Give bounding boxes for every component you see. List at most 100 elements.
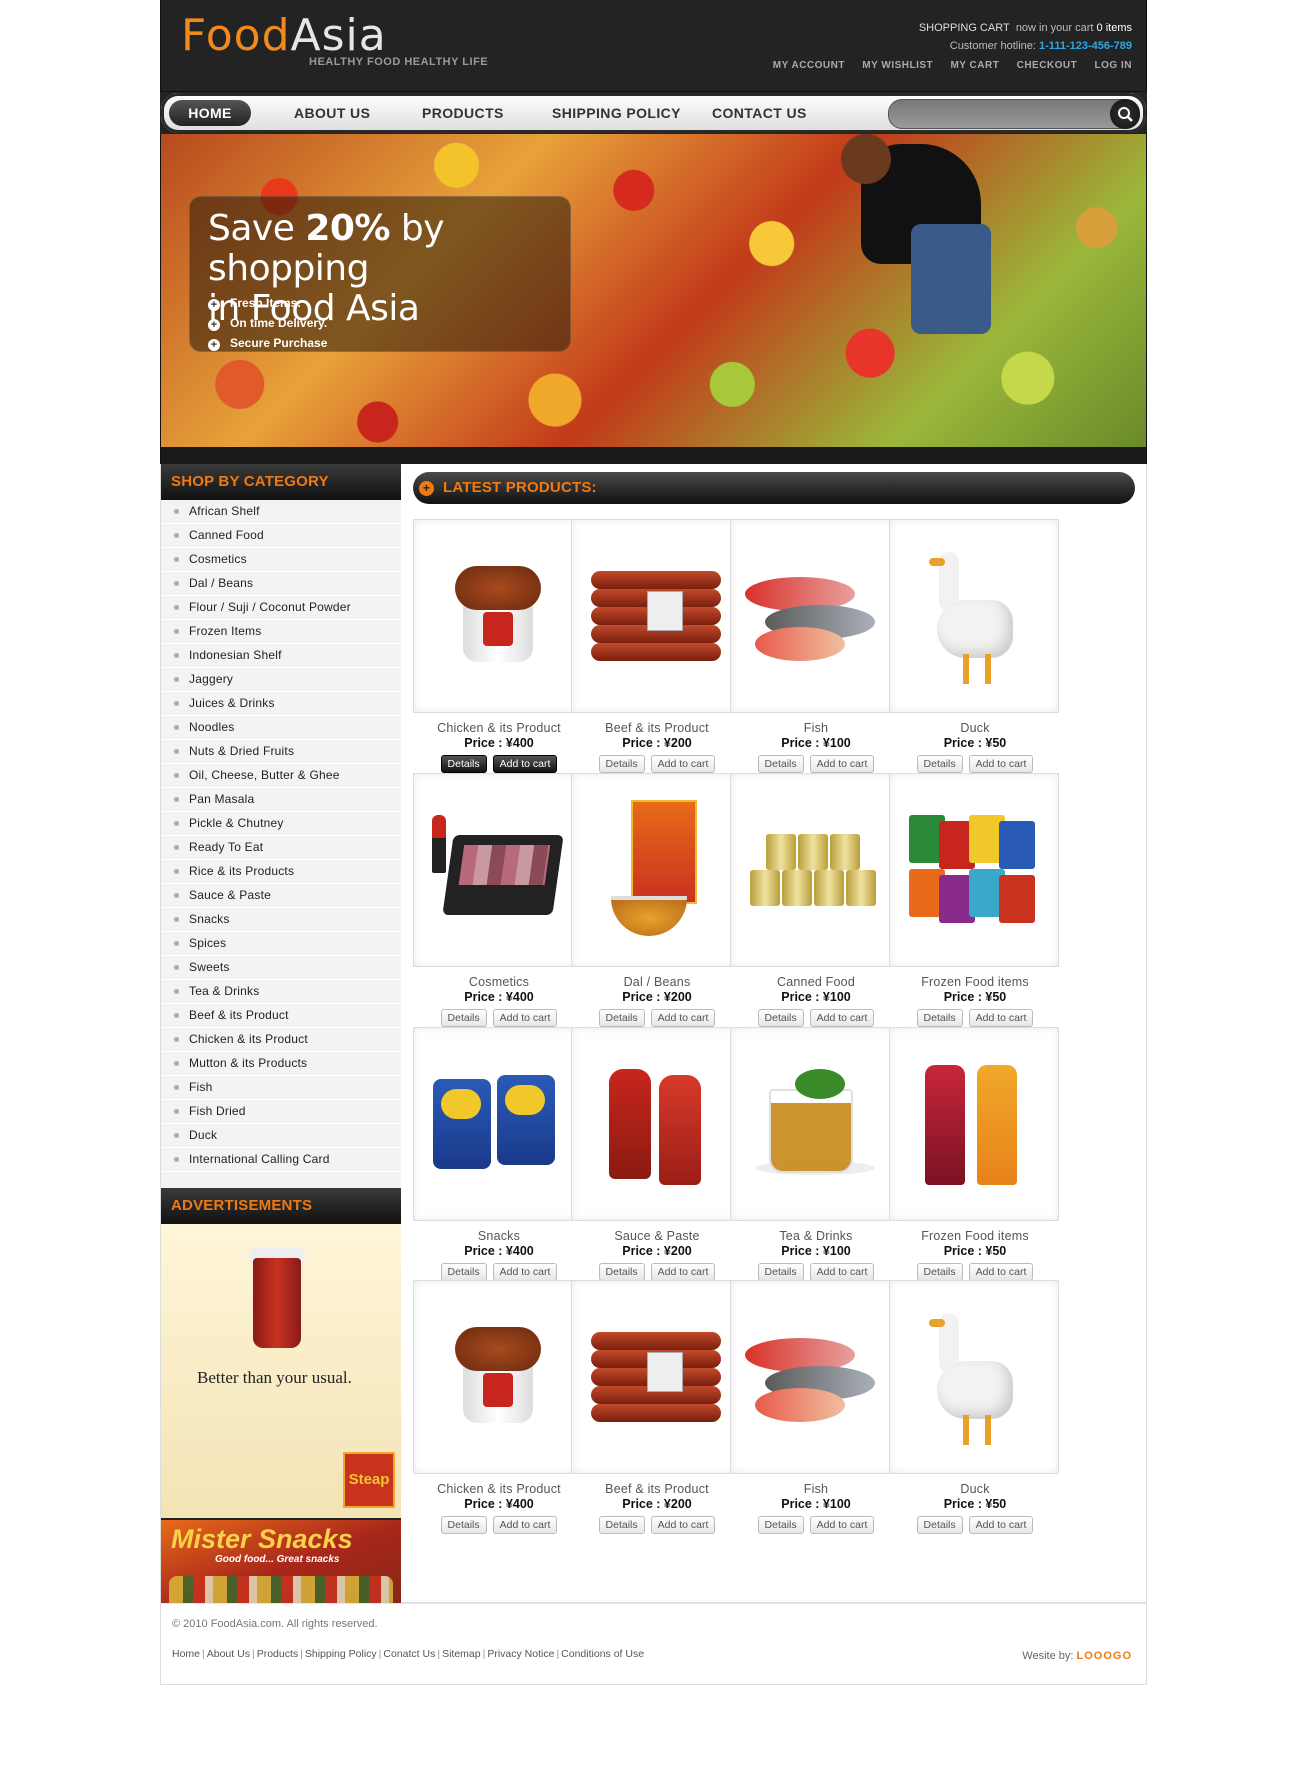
category-item[interactable]: Fish Dried bbox=[161, 1100, 401, 1124]
category-item[interactable]: Sauce & Paste bbox=[161, 884, 401, 908]
footer-link[interactable]: Products bbox=[257, 1648, 298, 1660]
category-item[interactable]: Dal / Beans bbox=[161, 572, 401, 596]
product-image[interactable] bbox=[889, 519, 1059, 713]
add-to-cart-button[interactable]: Add to cart bbox=[809, 755, 875, 773]
add-to-cart-button[interactable]: Add to cart bbox=[492, 1009, 558, 1027]
details-button[interactable]: Details bbox=[916, 1009, 963, 1027]
category-item[interactable]: Noodles bbox=[161, 716, 401, 740]
product-name[interactable]: Chicken & its Product bbox=[413, 721, 585, 735]
details-button[interactable]: Details bbox=[598, 1263, 645, 1281]
details-button[interactable]: Details bbox=[598, 755, 645, 773]
category-item[interactable]: Jaggery bbox=[161, 668, 401, 692]
add-to-cart-button[interactable]: Add to cart bbox=[809, 1009, 875, 1027]
category-item[interactable]: Juices & Drinks bbox=[161, 692, 401, 716]
ad-tea-banner[interactable]: Better than your usual. Steap bbox=[161, 1224, 401, 1520]
category-item[interactable]: Chicken & its Product bbox=[161, 1028, 401, 1052]
category-item[interactable]: Beef & its Product bbox=[161, 1004, 401, 1028]
product-image[interactable] bbox=[571, 1027, 741, 1221]
product-name[interactable]: Sauce & Paste bbox=[571, 1229, 743, 1243]
nav-products[interactable]: PRODUCTS bbox=[422, 105, 504, 121]
site-credit[interactable]: Wesite by: LOOOGO bbox=[1022, 1650, 1132, 1662]
footer-link[interactable]: Privacy Notice bbox=[487, 1648, 554, 1660]
product-image[interactable] bbox=[730, 1027, 900, 1221]
details-button[interactable]: Details bbox=[598, 1516, 645, 1534]
category-item[interactable]: Fish bbox=[161, 1076, 401, 1100]
category-item[interactable]: Snacks bbox=[161, 908, 401, 932]
checkout-link[interactable]: CHECKOUT bbox=[1017, 60, 1078, 71]
product-name[interactable]: Snacks bbox=[413, 1229, 585, 1243]
product-image[interactable] bbox=[571, 773, 741, 967]
details-button[interactable]: Details bbox=[757, 755, 804, 773]
details-button[interactable]: Details bbox=[440, 1263, 487, 1281]
details-button[interactable]: Details bbox=[440, 1516, 487, 1534]
site-logo[interactable]: FoodAsia bbox=[181, 14, 387, 58]
details-button[interactable]: Details bbox=[916, 1516, 963, 1534]
add-to-cart-button[interactable]: Add to cart bbox=[809, 1263, 875, 1281]
details-button[interactable]: Details bbox=[916, 755, 963, 773]
product-name[interactable]: Cosmetics bbox=[413, 975, 585, 989]
nav-about-us[interactable]: ABOUT US bbox=[294, 105, 370, 121]
product-name[interactable]: Canned Food bbox=[730, 975, 902, 989]
category-item[interactable]: Pan Masala bbox=[161, 788, 401, 812]
product-name[interactable]: Dal / Beans bbox=[571, 975, 743, 989]
product-name[interactable]: Beef & its Product bbox=[571, 721, 743, 735]
product-name[interactable]: Duck bbox=[889, 721, 1061, 735]
category-item[interactable]: Frozen Items bbox=[161, 620, 401, 644]
footer-link[interactable]: Shipping Policy bbox=[305, 1648, 377, 1660]
product-image[interactable] bbox=[413, 773, 583, 967]
footer-link[interactable]: Home bbox=[172, 1648, 200, 1660]
details-button[interactable]: Details bbox=[440, 755, 487, 773]
footer-link[interactable]: Conditions of Use bbox=[561, 1648, 644, 1660]
my-account-link[interactable]: MY ACCOUNT bbox=[773, 60, 845, 71]
category-item[interactable]: Oil, Cheese, Butter & Ghee bbox=[161, 764, 401, 788]
hero-banner[interactable]: Save 20% by shopping in Food Asia + Fresh… bbox=[160, 134, 1147, 447]
login-link[interactable]: LOG IN bbox=[1095, 60, 1132, 71]
product-name[interactable]: Tea & Drinks bbox=[730, 1229, 902, 1243]
search-button[interactable] bbox=[1110, 99, 1140, 129]
product-name[interactable]: Duck bbox=[889, 1482, 1061, 1496]
add-to-cart-button[interactable]: Add to cart bbox=[809, 1516, 875, 1534]
category-item[interactable]: Rice & its Products bbox=[161, 860, 401, 884]
product-image[interactable] bbox=[413, 1027, 583, 1221]
details-button[interactable]: Details bbox=[757, 1516, 804, 1534]
my-wishlist-link[interactable]: MY WISHLIST bbox=[862, 60, 933, 71]
category-item[interactable]: Mutton & its Products bbox=[161, 1052, 401, 1076]
product-name[interactable]: Fish bbox=[730, 721, 902, 735]
product-image[interactable] bbox=[889, 1027, 1059, 1221]
product-name[interactable]: Frozen Food items bbox=[889, 1229, 1061, 1243]
details-button[interactable]: Details bbox=[440, 1009, 487, 1027]
nav-contact-us[interactable]: CONTACT US bbox=[712, 105, 807, 121]
category-item[interactable]: Duck bbox=[161, 1124, 401, 1148]
product-name[interactable]: Beef & its Product bbox=[571, 1482, 743, 1496]
product-image[interactable] bbox=[730, 773, 900, 967]
category-item[interactable]: African Shelf bbox=[161, 500, 401, 524]
details-button[interactable]: Details bbox=[916, 1263, 963, 1281]
product-image[interactable] bbox=[730, 519, 900, 713]
category-item[interactable]: Tea & Drinks bbox=[161, 980, 401, 1004]
category-item[interactable]: Indonesian Shelf bbox=[161, 644, 401, 668]
add-to-cart-button[interactable]: Add to cart bbox=[492, 1263, 558, 1281]
product-image[interactable] bbox=[571, 1280, 741, 1474]
product-image[interactable] bbox=[413, 519, 583, 713]
add-to-cart-button[interactable]: Add to cart bbox=[650, 755, 716, 773]
category-item[interactable]: Sweets bbox=[161, 956, 401, 980]
details-button[interactable]: Details bbox=[598, 1009, 645, 1027]
product-name[interactable]: Chicken & its Product bbox=[413, 1482, 585, 1496]
product-name[interactable]: Frozen Food items bbox=[889, 975, 1061, 989]
add-to-cart-button[interactable]: Add to cart bbox=[650, 1263, 716, 1281]
add-to-cart-button[interactable]: Add to cart bbox=[968, 1516, 1034, 1534]
nav-shipping-policy[interactable]: SHIPPING POLICY bbox=[552, 105, 681, 121]
category-item[interactable]: Nuts & Dried Fruits bbox=[161, 740, 401, 764]
search-input[interactable] bbox=[899, 104, 1103, 124]
product-image[interactable] bbox=[889, 1280, 1059, 1474]
footer-link[interactable]: Sitemap bbox=[442, 1648, 481, 1660]
category-item[interactable]: Canned Food bbox=[161, 524, 401, 548]
nav-home[interactable]: HOME bbox=[169, 100, 251, 126]
category-item[interactable]: Spices bbox=[161, 932, 401, 956]
add-to-cart-button[interactable]: Add to cart bbox=[650, 1516, 716, 1534]
details-button[interactable]: Details bbox=[757, 1263, 804, 1281]
product-image[interactable] bbox=[571, 519, 741, 713]
cart-summary[interactable]: SHOPPING CART now in your cart 0 items bbox=[919, 22, 1132, 34]
category-item[interactable]: Pickle & Chutney bbox=[161, 812, 401, 836]
my-cart-link[interactable]: MY CART bbox=[950, 60, 999, 71]
